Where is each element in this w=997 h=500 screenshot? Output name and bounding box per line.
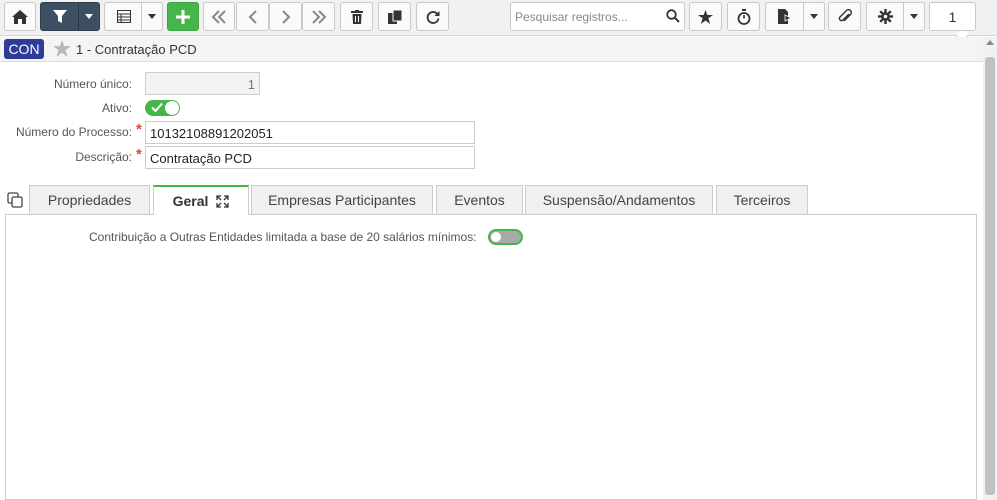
search-input[interactable] <box>511 3 661 30</box>
trash-icon <box>350 9 363 24</box>
favorite-button[interactable] <box>689 2 722 31</box>
grid-view-dropdown-button[interactable] <box>141 3 162 30</box>
tab-label: Geral <box>172 193 209 209</box>
screen-badge: CON <box>4 39 44 59</box>
star-icon <box>698 9 713 24</box>
plus-icon <box>176 9 190 24</box>
chevron-down-icon <box>910 14 918 19</box>
tab-propriedades[interactable]: Propriedades <box>29 185 150 214</box>
chevron-down-icon <box>810 14 818 19</box>
record-number-box[interactable]: 1 <box>929 2 976 31</box>
home-icon <box>12 9 28 24</box>
tab-label: Terceiros <box>733 192 791 208</box>
last-record-button[interactable] <box>302 2 335 31</box>
filter-icon <box>53 9 67 23</box>
next-record-button[interactable] <box>269 2 302 31</box>
double-chevron-left-icon <box>211 9 226 24</box>
numero-processo-field[interactable]: 10132108891202051 <box>145 121 475 144</box>
filter-dropdown-button[interactable] <box>78 3 99 30</box>
stopwatch-icon <box>737 8 750 25</box>
chevron-right-icon <box>281 9 290 24</box>
paperclip-icon <box>838 9 852 22</box>
search-icon[interactable] <box>666 9 680 23</box>
filter-button[interactable] <box>40 2 100 31</box>
toggle-knob <box>491 232 501 242</box>
first-record-button[interactable] <box>203 2 235 31</box>
delete-button[interactable] <box>340 2 373 31</box>
refresh-button[interactable] <box>416 2 449 31</box>
settings-dropdown-button[interactable] <box>903 3 924 30</box>
copy-tabs-icon[interactable] <box>7 192 23 208</box>
ativo-toggle[interactable] <box>145 100 180 116</box>
attachment-button[interactable] <box>828 2 861 31</box>
tab-geral[interactable]: Geral <box>153 185 249 215</box>
tab-terceiros[interactable]: Terceiros <box>716 185 808 214</box>
double-chevron-right-icon <box>311 9 326 24</box>
ativo-label: Ativo: <box>101 101 132 115</box>
descricao-label: Descrição: <box>75 150 132 164</box>
numero-unico-label: Número único: <box>53 77 132 91</box>
refresh-icon <box>426 10 439 24</box>
previous-record-button[interactable] <box>236 2 269 31</box>
numero-unico-field: 1 <box>145 72 260 95</box>
favorite-star-icon[interactable] <box>53 40 71 57</box>
tab-label: Empresas Participantes <box>268 192 416 208</box>
copy-icon <box>387 9 402 24</box>
tab-suspensao-andamentos[interactable]: Suspensão/Andamentos <box>525 185 713 214</box>
tab-label: Suspensão/Andamentos <box>542 192 696 208</box>
settings-button[interactable] <box>866 2 925 31</box>
title-bar: CON 1 - Contratação PCD <box>0 37 983 62</box>
tab-panel-geral <box>5 214 977 500</box>
scroll-up-arrow[interactable] <box>986 40 994 45</box>
contribuicao-label: Contribuição a Outras Entidades limitada… <box>89 230 477 244</box>
home-button[interactable] <box>4 2 36 31</box>
file-export-icon <box>778 9 792 24</box>
scrollbar-thumb[interactable] <box>985 57 995 495</box>
export-button[interactable] <box>765 2 825 31</box>
required-marker: * <box>136 146 142 163</box>
descricao-field[interactable]: Contratação PCD <box>145 146 475 169</box>
vertical-scrollbar[interactable] <box>983 37 997 500</box>
tab-eventos[interactable]: Eventos <box>436 185 523 214</box>
required-marker: * <box>136 121 142 138</box>
numero-processo-label: Número do Processo: <box>15 125 132 139</box>
chevron-left-icon <box>248 9 257 24</box>
tab-label: Propriedades <box>47 192 132 208</box>
tab-label: Eventos <box>454 192 505 208</box>
add-record-button[interactable] <box>167 2 199 31</box>
timer-button[interactable] <box>727 2 760 31</box>
record-number: 1 <box>948 8 957 25</box>
expand-icon[interactable] <box>216 194 230 208</box>
contribuicao-toggle[interactable] <box>488 229 523 245</box>
check-icon <box>151 102 163 113</box>
grid-view-button[interactable] <box>104 2 163 31</box>
export-dropdown-button[interactable] <box>803 3 824 30</box>
duplicate-button[interactable] <box>378 2 411 31</box>
tab-empresas-participantes[interactable]: Empresas Participantes <box>251 185 433 214</box>
chevron-down-icon <box>85 14 93 19</box>
grid-icon <box>116 10 131 23</box>
page-title: 1 - Contratação PCD <box>76 42 197 57</box>
toolbar: 1 <box>0 0 997 43</box>
toggle-knob <box>165 101 179 115</box>
search-box <box>510 2 685 31</box>
gear-icon <box>878 9 893 24</box>
chevron-down-icon <box>148 14 156 19</box>
